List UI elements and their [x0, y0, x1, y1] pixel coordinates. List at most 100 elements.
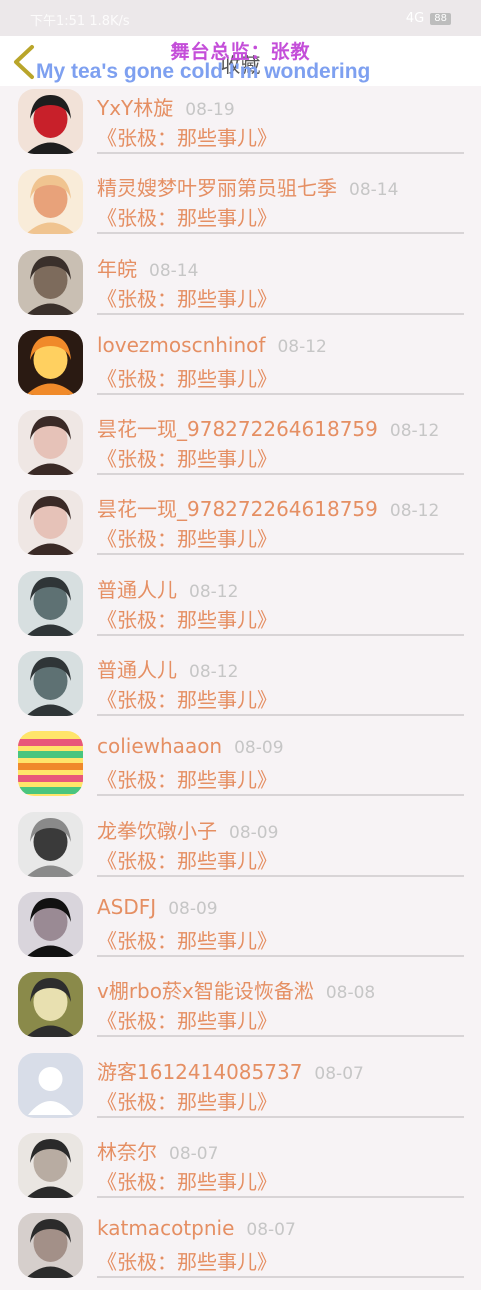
divider [97, 633, 464, 636]
avatar-image-icon [18, 811, 83, 877]
user-name[interactable]: katmacotpnie [97, 1216, 234, 1240]
favorite-date: 08-07 [169, 1143, 219, 1164]
list-item[interactable]: 龙拳饮礅小子 08-09 《张极：那些事儿》 [0, 809, 481, 889]
item-header: YxY林旋 08-19 [97, 92, 235, 121]
divider [97, 714, 464, 717]
song-title[interactable]: 《张极：那些事儿》 [97, 1086, 277, 1115]
list-item[interactable]: 普通人儿 08-12 《张极：那些事儿》 [0, 648, 481, 728]
user-name[interactable]: 林奈尔 [97, 1136, 157, 1165]
user-name[interactable]: coliewhaaon [97, 734, 222, 758]
divider [97, 1276, 464, 1279]
user-name[interactable]: 年皖 [97, 253, 137, 282]
song-title[interactable]: 《张极：那些事儿》 [97, 202, 277, 231]
song-title[interactable]: 《张极：那些事儿》 [97, 122, 277, 151]
item-header: 普通人儿 08-12 [97, 574, 238, 603]
list-item[interactable]: lovezmoscnhinof 08-12 《张极：那些事儿》 [0, 327, 481, 407]
list-item[interactable]: v棚rbo菸x智能设恢备淞 08-08 《张极：那些事儿》 [0, 969, 481, 1049]
girl-selfie-avatar[interactable] [18, 410, 83, 476]
divider [97, 874, 464, 877]
song-title[interactable]: 《张极：那些事儿》 [97, 925, 277, 954]
favorite-date: 08-12 [189, 662, 239, 683]
girl-selfie-avatar[interactable] [18, 490, 83, 556]
anime-girl-blonde-avatar[interactable] [18, 169, 83, 235]
user-name[interactable]: 昙花一现_978272264618759 [97, 493, 378, 522]
battery-icon: 88 [430, 12, 451, 25]
song-title[interactable]: 《张极：那些事儿》 [97, 845, 277, 874]
avatar-image-icon [18, 891, 83, 957]
user-name[interactable]: 普通人儿 [97, 574, 177, 603]
list-item[interactable]: coliewhaaon 08-09 《张极：那些事儿》 [0, 728, 481, 808]
user-name[interactable]: 精灵嫂梦叶罗丽第员驵七季 [97, 172, 337, 201]
portrait-photo-avatar[interactable] [18, 249, 83, 315]
favorite-date: 08-09 [234, 738, 284, 759]
user-name[interactable]: 龙拳饮礅小子 [97, 815, 217, 844]
item-header: 游客1612414085737 08-07 [97, 1056, 364, 1085]
dark-hair-girl-avatar[interactable] [18, 891, 83, 957]
item-header: katmacotpnie 08-07 [97, 1216, 296, 1240]
status-indicators: 4G 88 [406, 11, 451, 26]
list-item[interactable]: YxY林旋 08-19 《张极：那些事儿》 [0, 86, 481, 166]
divider [97, 152, 464, 154]
song-title[interactable]: 《张极：那些事儿》 [97, 1246, 277, 1275]
ninja-mask-avatar[interactable] [18, 651, 83, 717]
song-title[interactable]: 《张极：那些事儿》 [97, 1005, 277, 1034]
list-item[interactable]: 精灵嫂梦叶罗丽第员驵七季 08-14 《张极：那些事儿》 [0, 166, 481, 246]
item-header: v棚rbo菸x智能设恢备淞 08-08 [97, 975, 375, 1004]
favorite-date: 08-12 [389, 421, 440, 442]
user-name[interactable]: ASDFJ [97, 895, 156, 919]
item-header: 精灵嫂梦叶罗丽第员驵七季 08-14 [97, 172, 398, 201]
user-name[interactable]: 游客1612414085737 [97, 1056, 302, 1085]
song-title[interactable]: 《张极：那些事儿》 [97, 764, 277, 793]
divider [97, 392, 464, 395]
song-title[interactable]: 《张极：那些事儿》 [97, 443, 277, 472]
avatar-image-icon [18, 490, 83, 556]
avatar-image-icon [18, 731, 83, 797]
colorful-stripes-avatar[interactable] [18, 731, 83, 797]
song-title[interactable]: 《张极：那些事儿》 [97, 1166, 277, 1195]
user-name[interactable]: 昙花一现_978272264618759 [97, 413, 378, 442]
avatar-image-icon [18, 1052, 83, 1118]
ninja-mask-avatar[interactable] [18, 570, 83, 636]
avatar-image-icon [18, 651, 83, 717]
list-item[interactable]: 昙花一现_978272264618759 08-12 《张极：那些事儿》 [0, 487, 481, 567]
favorite-date: 08-14 [349, 180, 399, 201]
favorite-date: 08-12 [277, 336, 327, 357]
song-title[interactable]: 《张极：那些事儿》 [97, 684, 277, 713]
hand-photo-avatar[interactable] [18, 1213, 83, 1279]
man-with-fire-avatar[interactable] [18, 329, 83, 395]
list-item[interactable]: 年皖 08-14 《张极：那些事儿》 [0, 247, 481, 327]
item-header: coliewhaaon 08-09 [97, 734, 284, 758]
girl-back-view-avatar[interactable] [18, 1132, 83, 1198]
list-item[interactable]: 昙花一现_978272264618759 08-12 《张极：那些事儿》 [0, 407, 481, 487]
avatar-image-icon [18, 329, 83, 395]
favorite-date: 08-12 [389, 501, 440, 522]
list-item[interactable]: 林奈尔 08-07 《张极：那些事儿》 [0, 1130, 481, 1210]
song-title[interactable]: 《张极：那些事儿》 [97, 283, 277, 312]
grayscale-hand-avatar[interactable] [18, 811, 83, 877]
user-name[interactable]: YxY林旋 [97, 92, 173, 121]
song-title[interactable]: 《张极：那些事儿》 [97, 523, 277, 552]
divider [97, 1035, 464, 1038]
song-title[interactable]: 《张极：那些事儿》 [97, 363, 277, 392]
list-item[interactable]: 游客1612414085737 08-07 《张极：那些事儿》 [0, 1050, 481, 1130]
user-name[interactable]: v棚rbo菸x智能设恢备淞 [97, 975, 314, 1004]
overlay-lyric-line2: My tea's gone cold I'm wondering [36, 60, 371, 83]
item-header: 普通人儿 08-12 [97, 654, 238, 683]
girl-red-bow-cartoon-avatar[interactable] [18, 89, 83, 154]
favorite-date: 08-14 [149, 260, 199, 281]
favorite-date: 08-12 [189, 581, 239, 602]
user-name[interactable]: 普通人儿 [97, 654, 177, 683]
avatar-image-icon [18, 1132, 83, 1198]
list-item[interactable]: 普通人儿 08-12 《张极：那些事儿》 [0, 568, 481, 648]
cartoon-character-avatar[interactable] [18, 972, 83, 1038]
avatar-image-icon [18, 410, 83, 476]
avatar-image-icon [18, 570, 83, 636]
song-title[interactable]: 《张极：那些事儿》 [97, 604, 277, 633]
user-name[interactable]: lovezmoscnhinof [97, 333, 265, 357]
item-header: ASDFJ 08-09 [97, 895, 218, 919]
default-user-avatar[interactable] [18, 1052, 83, 1118]
list-item[interactable]: ASDFJ 08-09 《张极：那些事儿》 [0, 889, 481, 969]
avatar-image-icon [18, 249, 83, 315]
divider [97, 473, 464, 476]
list-item[interactable]: katmacotpnie 08-07 《张极：那些事儿》 [0, 1210, 481, 1290]
